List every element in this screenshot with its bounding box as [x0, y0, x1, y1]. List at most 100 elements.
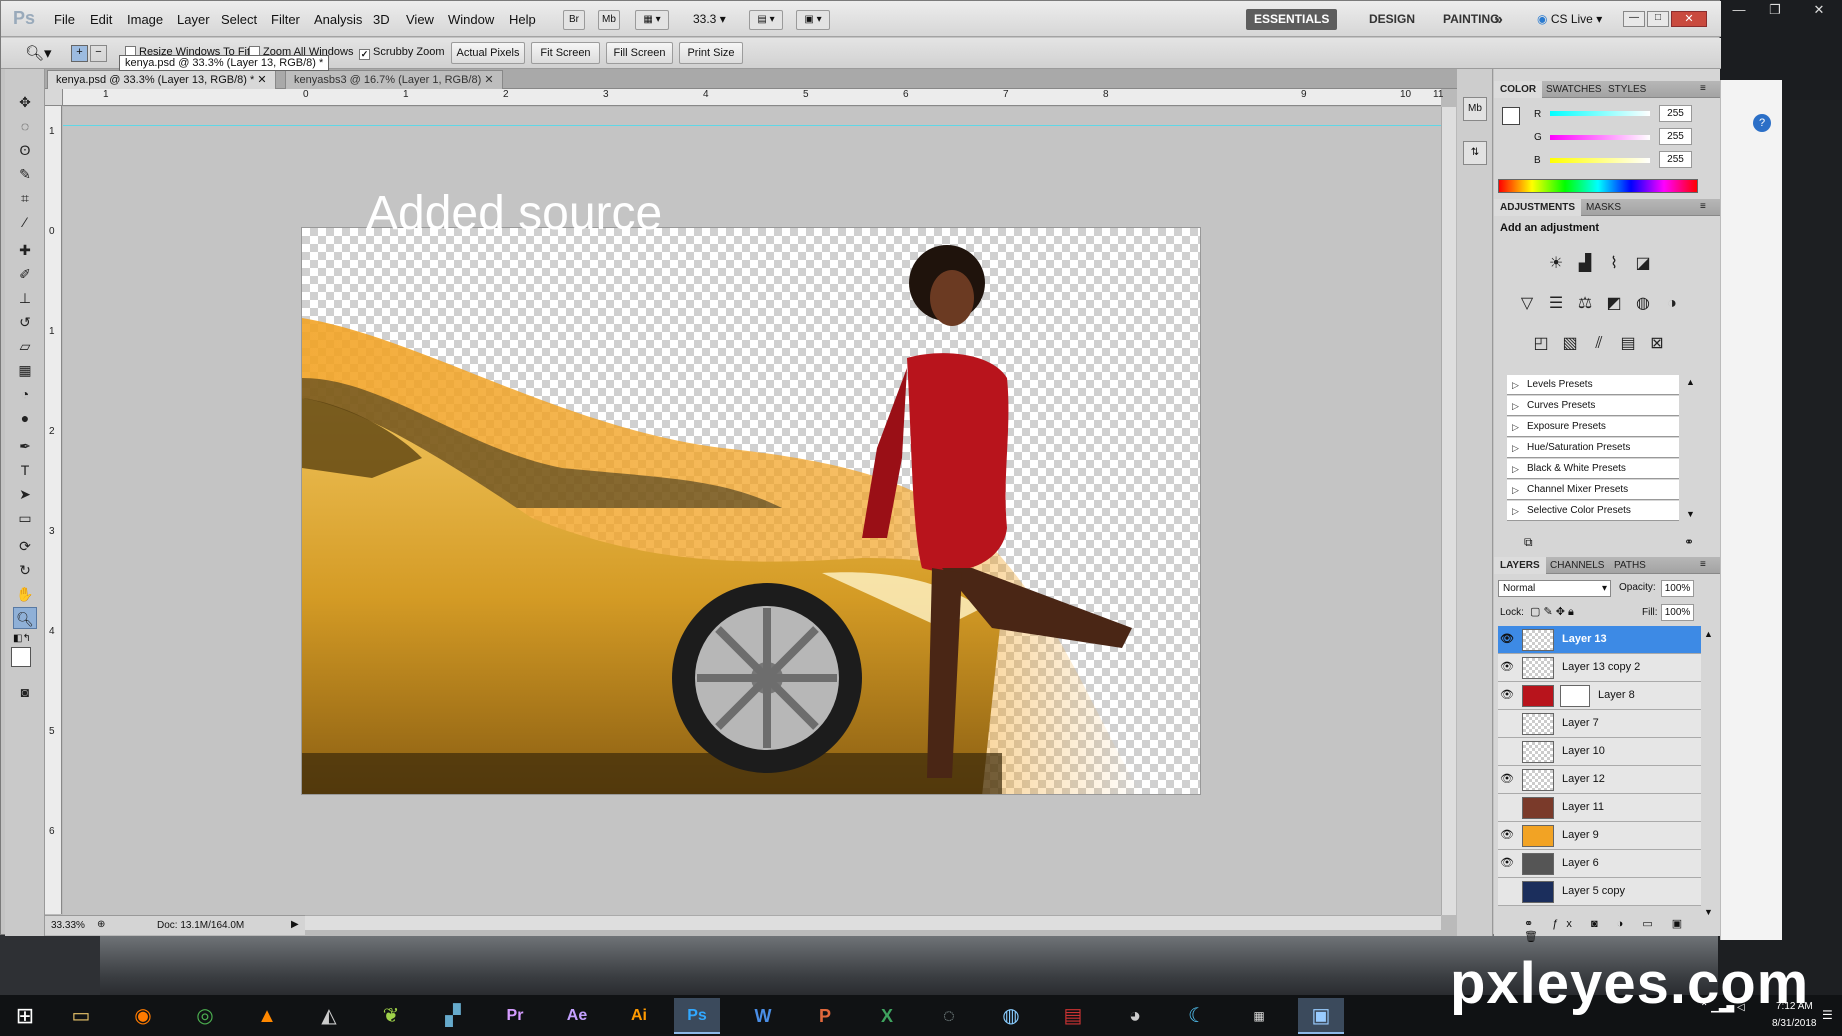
- layer-row[interactable]: Layer 11: [1498, 794, 1701, 822]
- gradient-tool-icon[interactable]: ▦: [13, 359, 37, 381]
- arrange-documents-dropdown[interactable]: ▤ ▾: [749, 10, 783, 30]
- eye-icon[interactable]: 👁︎: [1500, 660, 1514, 674]
- slider-r[interactable]: [1550, 111, 1650, 116]
- fill-input[interactable]: 100%: [1661, 604, 1694, 621]
- file-explorer-icon[interactable]: ▭: [58, 998, 104, 1034]
- bridge-button[interactable]: Br: [563, 10, 585, 30]
- menu-window[interactable]: Window: [448, 12, 494, 27]
- close-tab-icon[interactable]: ✕: [257, 74, 266, 86]
- tab-layers[interactable]: LAYERS: [1494, 557, 1546, 574]
- layer-row[interactable]: Layer 7: [1498, 710, 1701, 738]
- layers-scroll-up-icon[interactable]: ▲: [1704, 629, 1713, 639]
- tab-kenya[interactable]: kenya.psd @ 33.3% (Layer 13, RGB/8) * ✕: [47, 70, 276, 89]
- selective-color-icon[interactable]: ⊠: [1646, 333, 1668, 355]
- path-selection-icon[interactable]: ➤: [13, 483, 37, 505]
- workspace-design[interactable]: DESIGN: [1361, 9, 1423, 30]
- powerpoint-icon[interactable]: P: [802, 998, 848, 1034]
- layer-row[interactable]: 👁︎ Layer 8: [1498, 682, 1701, 710]
- eraser-tool-icon[interactable]: ▱: [13, 335, 37, 357]
- gradient-map-icon[interactable]: ▤: [1617, 333, 1639, 355]
- opacity-input[interactable]: 100%: [1661, 580, 1694, 597]
- 3d-orbit-icon[interactable]: ↻: [13, 559, 37, 581]
- preset-item[interactable]: Exposure Presets: [1507, 417, 1679, 437]
- eye-icon[interactable]: 👁︎: [1500, 688, 1514, 702]
- history-brush-icon[interactable]: ↺: [13, 311, 37, 333]
- quick-mask-icon[interactable]: ◙: [13, 681, 37, 703]
- panel-menu-icon[interactable]: ≡: [1700, 83, 1706, 94]
- app-icon[interactable]: ◌: [926, 998, 972, 1034]
- menu-view[interactable]: View: [406, 12, 434, 27]
- tab-swatches[interactable]: SWATCHES: [1540, 81, 1608, 98]
- preset-item[interactable]: Selective Color Presets: [1507, 501, 1679, 521]
- panel-menu-icon[interactable]: ≡: [1700, 559, 1706, 570]
- guide-line[interactable]: [63, 125, 1441, 126]
- crop-tool-icon[interactable]: ⌗: [13, 187, 37, 209]
- tab-styles[interactable]: STYLES: [1602, 81, 1652, 98]
- document-canvas[interactable]: [301, 227, 1201, 795]
- vlc-icon[interactable]: ▲: [244, 998, 290, 1034]
- status-zoom[interactable]: 33.33%: [51, 920, 85, 931]
- restore-icon[interactable]: ❐: [1758, 2, 1792, 18]
- presets-scroll-down-icon[interactable]: ▼: [1686, 509, 1695, 519]
- black-white-icon[interactable]: ◩: [1603, 293, 1625, 315]
- slider-b[interactable]: [1550, 158, 1650, 163]
- screen-mode-dropdown[interactable]: ▣ ▾: [796, 10, 830, 30]
- preset-item[interactable]: Levels Presets: [1507, 375, 1679, 395]
- eyedropper-icon[interactable]: ⁄: [13, 211, 37, 233]
- eye-hidden-box[interactable]: [1500, 744, 1514, 758]
- levels-icon[interactable]: ▟: [1574, 253, 1596, 275]
- menu-layer[interactable]: Layer: [177, 12, 210, 27]
- menu-file[interactable]: File: [54, 12, 75, 27]
- eye-icon[interactable]: 👁︎: [1500, 856, 1514, 870]
- healing-brush-icon[interactable]: ✚: [13, 239, 37, 261]
- ruler-origin[interactable]: [45, 89, 63, 106]
- invert-icon[interactable]: ◰: [1530, 333, 1552, 355]
- lasso-tool-icon[interactable]: ʘ: [13, 139, 37, 161]
- layer-row[interactable]: 👁︎ Layer 9: [1498, 822, 1701, 850]
- menu-analysis[interactable]: Analysis: [314, 12, 362, 27]
- fg-color-chip[interactable]: [1502, 107, 1520, 125]
- layer-row[interactable]: 👁︎ Layer 6: [1498, 850, 1701, 878]
- layer-row[interactable]: 👁︎ Layer 13 copy 2: [1498, 654, 1701, 682]
- more-workspaces-button[interactable]: »: [1486, 9, 1511, 30]
- eye-icon[interactable]: 👁︎: [1500, 772, 1514, 786]
- tab-kenyasbs3[interactable]: kenyasbs3 @ 16.7% (Layer 1, RGB/8) ✕: [285, 70, 503, 89]
- horizontal-ruler[interactable]: 1 0 1 2 3 4 5 6 7 8 9 10 11: [63, 89, 1443, 106]
- chrome-icon[interactable]: ◎: [182, 998, 228, 1034]
- preset-item[interactable]: Black & White Presets: [1507, 459, 1679, 479]
- preset-item[interactable]: Channel Mixer Presets: [1507, 480, 1679, 500]
- zoom-in-icon[interactable]: +: [71, 45, 88, 62]
- steam-icon[interactable]: ◕: [1112, 998, 1158, 1034]
- vertical-ruler[interactable]: 1 0 1 2 3 4 5 6: [45, 106, 62, 914]
- notifications-icon[interactable]: ☰: [1822, 1008, 1833, 1022]
- minibridge-button[interactable]: Mb: [598, 10, 620, 30]
- menu-help[interactable]: Help: [509, 12, 536, 27]
- premiere-icon[interactable]: Pr: [492, 998, 538, 1034]
- app-icon[interactable]: ▦: [1236, 998, 1282, 1034]
- close-icon[interactable]: ✕: [1802, 2, 1836, 18]
- menu-filter[interactable]: Filter: [271, 12, 300, 27]
- tab-adjustments[interactable]: ADJUSTMENTS: [1494, 199, 1582, 216]
- value-r[interactable]: 255: [1659, 105, 1692, 122]
- curves-icon[interactable]: ⌇: [1603, 253, 1625, 275]
- ps-close-icon[interactable]: ✕: [1671, 11, 1707, 27]
- tab-masks[interactable]: MASKS: [1580, 199, 1627, 216]
- help-icon[interactable]: ?: [1753, 114, 1771, 132]
- layer-row[interactable]: Layer 5 copy: [1498, 878, 1701, 906]
- history-panel-icon[interactable]: ⇅: [1463, 141, 1487, 165]
- default-colors-icon[interactable]: ◧↰: [13, 633, 31, 644]
- quick-selection-icon[interactable]: ✎: [13, 163, 37, 185]
- brightness-icon[interactable]: ☀: [1545, 253, 1567, 275]
- clone-stamp-icon[interactable]: ⊥: [13, 287, 37, 309]
- zoom-tool-icon[interactable]: 🔍︎: [13, 607, 37, 629]
- marquee-tool-icon[interactable]: ◌: [13, 115, 37, 137]
- app-icon[interactable]: ☾: [1174, 998, 1220, 1034]
- shape-tool-icon[interactable]: ▭: [13, 507, 37, 529]
- 3d-rotate-icon[interactable]: ⟳: [13, 535, 37, 557]
- channel-mixer-icon[interactable]: ◑: [1661, 293, 1683, 315]
- color-balance-icon[interactable]: ⚖: [1574, 293, 1596, 315]
- eye-icon[interactable]: 👁︎: [1500, 632, 1514, 646]
- app-icon[interactable]: ▞: [430, 998, 476, 1034]
- status-info-icon[interactable]: ⊕: [97, 919, 105, 930]
- pen-tool-icon[interactable]: ✒: [13, 435, 37, 457]
